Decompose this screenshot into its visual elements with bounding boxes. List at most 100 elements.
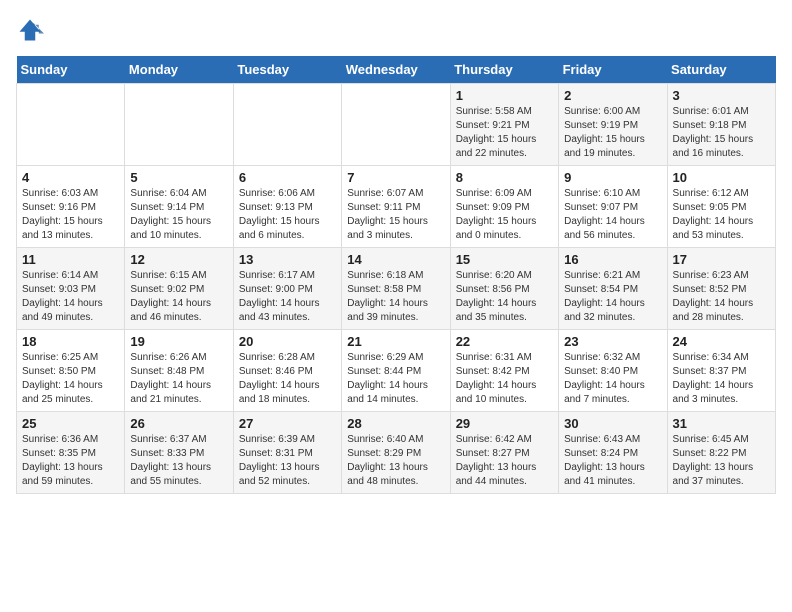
day-number: 19 bbox=[130, 334, 227, 349]
calendar-week-row: 4 Sunrise: 6:03 AM Sunset: 9:16 PM Daylig… bbox=[17, 166, 776, 248]
calendar-cell: 3 Sunrise: 6:01 AM Sunset: 9:18 PM Daylig… bbox=[667, 84, 775, 166]
header-tuesday: Tuesday bbox=[233, 56, 341, 84]
calendar-cell: 16Sunrise: 6:21 AM Sunset: 8:54 PM Dayli… bbox=[559, 248, 667, 330]
day-number: 3 bbox=[673, 88, 770, 103]
calendar-cell: 26 Sunrise: 6:37 AM Sunset: 8:33 PM Dayli… bbox=[125, 412, 233, 494]
header-thursday: Thursday bbox=[450, 56, 558, 84]
calendar-cell: 10 Sunrise: 6:12 AM Sunset: 9:05 PM Dayli… bbox=[667, 166, 775, 248]
calendar-cell: 1 Sunrise: 5:58 AM Sunset: 9:21 PM Daylig… bbox=[450, 84, 558, 166]
calendar-cell: 13 Sunrise: 6:17 AM Sunset: 9:00 PM Dayli… bbox=[233, 248, 341, 330]
day-number: 14 bbox=[347, 252, 444, 267]
calendar-table: SundayMondayTuesdayWednesdayThursdayFrid… bbox=[16, 56, 776, 494]
day-number: 20 bbox=[239, 334, 336, 349]
day-info: Sunrise: 6:42 AM Sunset: 8:27 PM Dayligh… bbox=[456, 433, 553, 489]
header-wednesday: Wednesday bbox=[342, 56, 450, 84]
calendar-cell: 17 Sunrise: 6:23 AM Sunset: 8:52 PM Dayli… bbox=[667, 248, 775, 330]
day-info: Sunrise: 6:17 AM Sunset: 9:00 PM Dayligh… bbox=[239, 269, 336, 325]
day-info: Sunrise: 6:12 AM Sunset: 9:05 PM Dayligh… bbox=[673, 187, 770, 243]
day-info: Sunrise: 6:23 AM Sunset: 8:52 PM Dayligh… bbox=[673, 269, 770, 325]
calendar-week-row: 25 Sunrise: 6:36 AM Sunset: 8:35 PM Dayli… bbox=[17, 412, 776, 494]
calendar-header-row: SundayMondayTuesdayWednesdayThursdayFrid… bbox=[17, 56, 776, 84]
day-number: 7 bbox=[347, 170, 444, 185]
day-info: Sunrise: 6:20 AM Sunset: 8:56 PM Dayligh… bbox=[456, 269, 553, 325]
calendar-cell: 27 Sunrise: 6:39 AM Sunset: 8:31 PM Dayli… bbox=[233, 412, 341, 494]
header-sunday: Sunday bbox=[17, 56, 125, 84]
day-number: 25 bbox=[22, 416, 119, 431]
calendar-cell: 12Sunrise: 6:15 AM Sunset: 9:02 PM Dayli… bbox=[125, 248, 233, 330]
calendar-cell: 25 Sunrise: 6:36 AM Sunset: 8:35 PM Dayli… bbox=[17, 412, 125, 494]
day-number: 30 bbox=[564, 416, 661, 431]
calendar-week-row: 1 Sunrise: 5:58 AM Sunset: 9:21 PM Daylig… bbox=[17, 84, 776, 166]
day-number: 18 bbox=[22, 334, 119, 349]
day-number: 8 bbox=[456, 170, 553, 185]
header-friday: Friday bbox=[559, 56, 667, 84]
day-info: Sunrise: 5:58 AM Sunset: 9:21 PM Dayligh… bbox=[456, 105, 553, 161]
day-info: Sunrise: 6:45 AM Sunset: 8:22 PM Dayligh… bbox=[673, 433, 770, 489]
calendar-cell: 9Sunrise: 6:10 AM Sunset: 9:07 PM Daylig… bbox=[559, 166, 667, 248]
header-saturday: Saturday bbox=[667, 56, 775, 84]
day-number: 2 bbox=[564, 88, 661, 103]
day-number: 26 bbox=[130, 416, 227, 431]
day-info: Sunrise: 6:04 AM Sunset: 9:14 PM Dayligh… bbox=[130, 187, 227, 243]
calendar-cell: 8 Sunrise: 6:09 AM Sunset: 9:09 PM Daylig… bbox=[450, 166, 558, 248]
calendar-cell bbox=[17, 84, 125, 166]
day-info: Sunrise: 6:25 AM Sunset: 8:50 PM Dayligh… bbox=[22, 351, 119, 407]
day-info: Sunrise: 6:31 AM Sunset: 8:42 PM Dayligh… bbox=[456, 351, 553, 407]
day-info: Sunrise: 6:28 AM Sunset: 8:46 PM Dayligh… bbox=[239, 351, 336, 407]
calendar-cell: 22 Sunrise: 6:31 AM Sunset: 8:42 PM Dayli… bbox=[450, 330, 558, 412]
day-number: 27 bbox=[239, 416, 336, 431]
day-number: 22 bbox=[456, 334, 553, 349]
day-info: Sunrise: 6:39 AM Sunset: 8:31 PM Dayligh… bbox=[239, 433, 336, 489]
day-info: Sunrise: 6:32 AM Sunset: 8:40 PM Dayligh… bbox=[564, 351, 661, 407]
day-info: Sunrise: 6:07 AM Sunset: 9:11 PM Dayligh… bbox=[347, 187, 444, 243]
calendar-cell: 30Sunrise: 6:43 AM Sunset: 8:24 PM Dayli… bbox=[559, 412, 667, 494]
calendar-cell: 6 Sunrise: 6:06 AM Sunset: 9:13 PM Daylig… bbox=[233, 166, 341, 248]
calendar-week-row: 18 Sunrise: 6:25 AM Sunset: 8:50 PM Dayli… bbox=[17, 330, 776, 412]
calendar-week-row: 11Sunrise: 6:14 AM Sunset: 9:03 PM Dayli… bbox=[17, 248, 776, 330]
day-info: Sunrise: 6:14 AM Sunset: 9:03 PM Dayligh… bbox=[22, 269, 119, 325]
day-number: 10 bbox=[673, 170, 770, 185]
calendar-cell: 19 Sunrise: 6:26 AM Sunset: 8:48 PM Dayli… bbox=[125, 330, 233, 412]
day-info: Sunrise: 6:15 AM Sunset: 9:02 PM Dayligh… bbox=[130, 269, 227, 325]
calendar-cell: 28Sunrise: 6:40 AM Sunset: 8:29 PM Dayli… bbox=[342, 412, 450, 494]
calendar-cell bbox=[233, 84, 341, 166]
calendar-cell bbox=[342, 84, 450, 166]
logo-icon bbox=[16, 16, 44, 44]
day-info: Sunrise: 6:03 AM Sunset: 9:16 PM Dayligh… bbox=[22, 187, 119, 243]
day-info: Sunrise: 6:09 AM Sunset: 9:09 PM Dayligh… bbox=[456, 187, 553, 243]
calendar-cell bbox=[125, 84, 233, 166]
day-number: 16 bbox=[564, 252, 661, 267]
calendar-cell: 4 Sunrise: 6:03 AM Sunset: 9:16 PM Daylig… bbox=[17, 166, 125, 248]
day-info: Sunrise: 6:06 AM Sunset: 9:13 PM Dayligh… bbox=[239, 187, 336, 243]
calendar-cell: 29 Sunrise: 6:42 AM Sunset: 8:27 PM Dayli… bbox=[450, 412, 558, 494]
calendar-cell: 11Sunrise: 6:14 AM Sunset: 9:03 PM Dayli… bbox=[17, 248, 125, 330]
day-info: Sunrise: 6:36 AM Sunset: 8:35 PM Dayligh… bbox=[22, 433, 119, 489]
day-info: Sunrise: 6:26 AM Sunset: 8:48 PM Dayligh… bbox=[130, 351, 227, 407]
day-number: 5 bbox=[130, 170, 227, 185]
day-number: 24 bbox=[673, 334, 770, 349]
calendar-cell: 24 Sunrise: 6:34 AM Sunset: 8:37 PM Dayli… bbox=[667, 330, 775, 412]
day-number: 23 bbox=[564, 334, 661, 349]
day-number: 29 bbox=[456, 416, 553, 431]
calendar-cell: 15 Sunrise: 6:20 AM Sunset: 8:56 PM Dayli… bbox=[450, 248, 558, 330]
day-number: 15 bbox=[456, 252, 553, 267]
calendar-cell: 2 Sunrise: 6:00 AM Sunset: 9:19 PM Daylig… bbox=[559, 84, 667, 166]
day-number: 17 bbox=[673, 252, 770, 267]
day-info: Sunrise: 6:37 AM Sunset: 8:33 PM Dayligh… bbox=[130, 433, 227, 489]
page-header bbox=[16, 16, 776, 44]
logo bbox=[16, 16, 48, 44]
calendar-cell: 18 Sunrise: 6:25 AM Sunset: 8:50 PM Dayli… bbox=[17, 330, 125, 412]
day-info: Sunrise: 6:01 AM Sunset: 9:18 PM Dayligh… bbox=[673, 105, 770, 161]
day-number: 6 bbox=[239, 170, 336, 185]
calendar-cell: 31 Sunrise: 6:45 AM Sunset: 8:22 PM Dayli… bbox=[667, 412, 775, 494]
day-number: 1 bbox=[456, 88, 553, 103]
calendar-cell: 14Sunrise: 6:18 AM Sunset: 8:58 PM Dayli… bbox=[342, 248, 450, 330]
day-number: 31 bbox=[673, 416, 770, 431]
calendar-cell: 7 Sunrise: 6:07 AM Sunset: 9:11 PM Daylig… bbox=[342, 166, 450, 248]
calendar-cell: 20 Sunrise: 6:28 AM Sunset: 8:46 PM Dayli… bbox=[233, 330, 341, 412]
day-number: 4 bbox=[22, 170, 119, 185]
day-number: 13 bbox=[239, 252, 336, 267]
calendar-cell: 21Sunrise: 6:29 AM Sunset: 8:44 PM Dayli… bbox=[342, 330, 450, 412]
day-info: Sunrise: 6:00 AM Sunset: 9:19 PM Dayligh… bbox=[564, 105, 661, 161]
day-info: Sunrise: 6:34 AM Sunset: 8:37 PM Dayligh… bbox=[673, 351, 770, 407]
